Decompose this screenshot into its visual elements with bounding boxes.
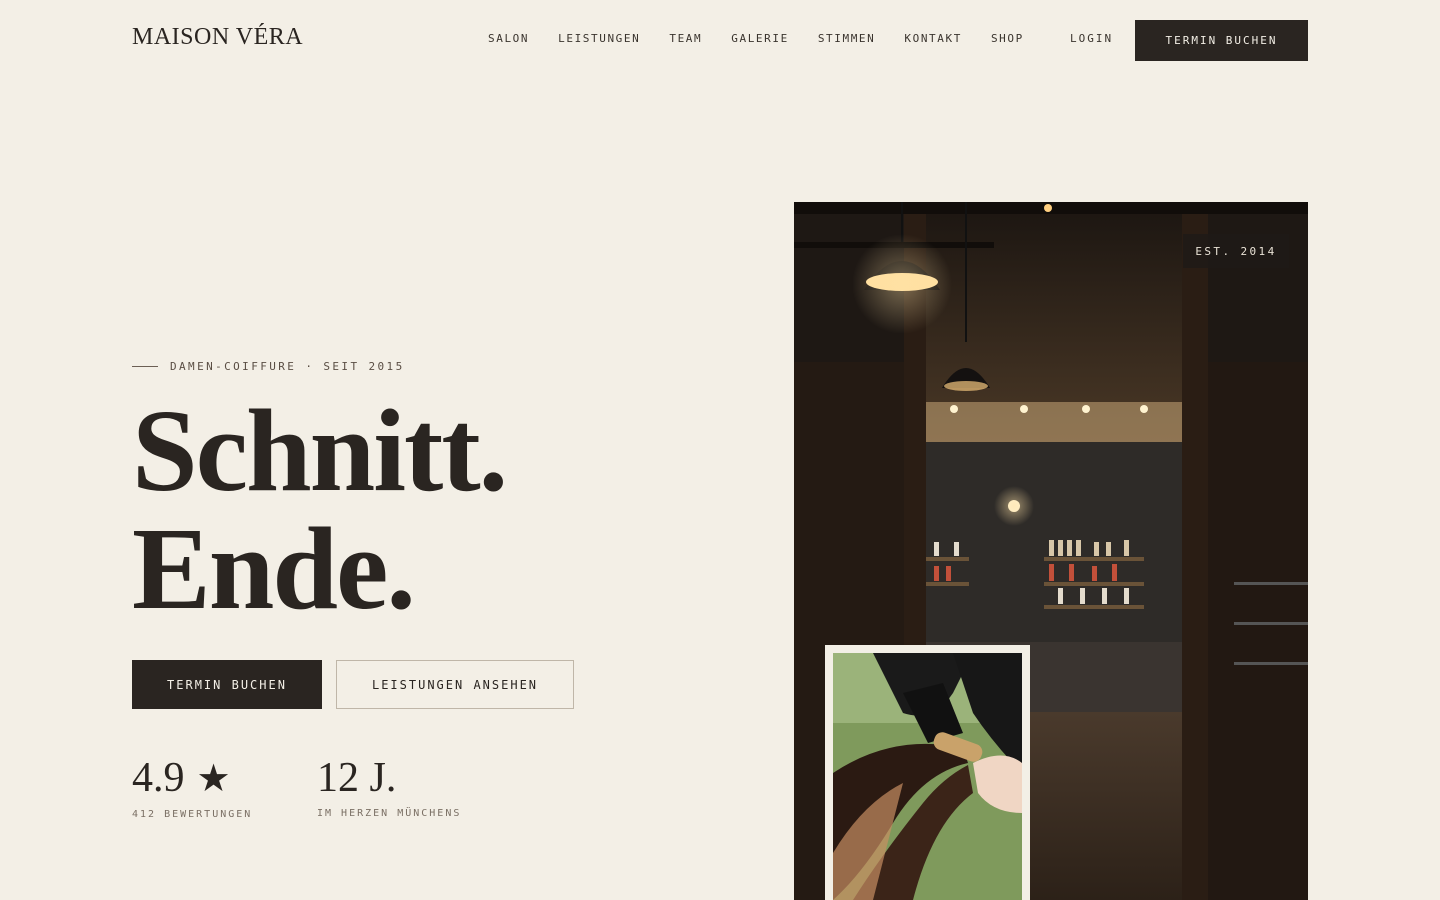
login-link[interactable]: LOGIN	[1070, 32, 1113, 45]
book-appointment-button[interactable]: TERMIN BUCHEN	[132, 660, 322, 709]
nav-item-team[interactable]: TEAM	[669, 32, 702, 45]
years-stat: 12 J. IM HERZEN MÜNCHENS	[317, 752, 461, 819]
nav-item-kontakt[interactable]: KONTAKT	[904, 32, 962, 45]
rating-value: 4.9	[132, 755, 185, 801]
site-header: MAISON VÉRA SALON LEISTUNGEN TEAM GALERI…	[0, 0, 1440, 80]
hair-drying-photo	[833, 653, 1022, 900]
years-label: IM HERZEN MÜNCHENS	[317, 808, 462, 819]
headline-line-2: Ende.	[132, 503, 416, 634]
headline-line-1: Schnitt.	[132, 385, 508, 516]
main-nav: SALON LEISTUNGEN TEAM GALERIE STIMMEN KO…	[488, 32, 1053, 45]
eyebrow-rule	[132, 366, 158, 367]
rating-stat: 4.9 ★ 412 BEWERTUNGEN	[132, 752, 252, 820]
nav-item-stimmen[interactable]: STIMMEN	[818, 32, 876, 45]
eyebrow-text: DAMEN-COIFFURE · SEIT 2015	[170, 360, 405, 373]
years-value: 12 J.	[317, 755, 397, 801]
view-services-button[interactable]: LEISTUNGEN ANSEHEN	[336, 660, 574, 709]
nav-item-shop[interactable]: SHOP	[991, 32, 1024, 45]
hero-headline: Schnitt. Ende.	[132, 385, 508, 634]
hair-drying-illustration	[833, 653, 1022, 900]
header-book-button[interactable]: TERMIN BUCHEN	[1135, 20, 1308, 61]
rating-value-row: 4.9 ★	[132, 752, 252, 805]
nav-item-galerie[interactable]: GALERIE	[731, 32, 789, 45]
star-icon: ★	[196, 758, 231, 800]
brand-logo[interactable]: MAISON VÉRA	[132, 24, 303, 51]
rating-label: 412 BEWERTUNGEN	[132, 809, 253, 820]
established-badge: EST. 2014	[1183, 234, 1289, 268]
hero-eyebrow: DAMEN-COIFFURE · SEIT 2015	[132, 360, 405, 373]
nav-item-leistungen[interactable]: LEISTUNGEN	[558, 32, 640, 45]
nav-item-salon[interactable]: SALON	[488, 32, 529, 45]
